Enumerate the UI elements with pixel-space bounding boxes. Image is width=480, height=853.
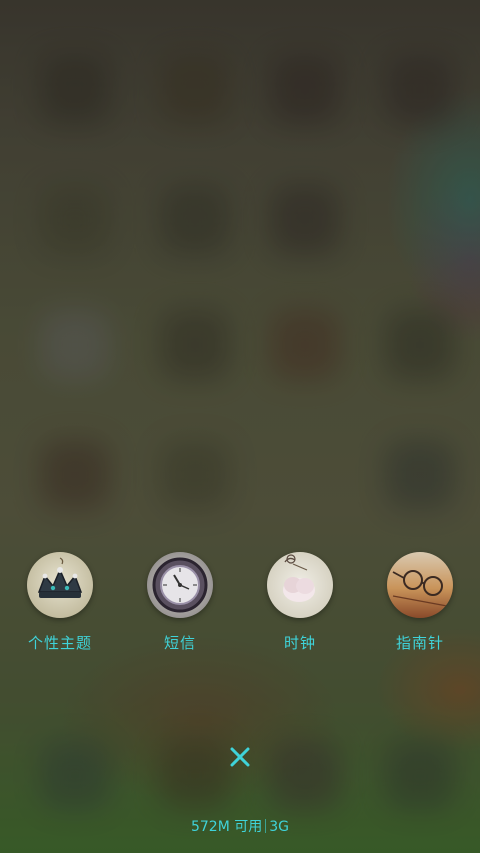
pocket-watch-icon [147,552,213,618]
app-messages[interactable]: 短信 [120,552,240,653]
status-bar: 572M 可用 3G [0,816,480,836]
app-label: 指南针 [395,634,444,652]
app-clock[interactable]: 时钟 [240,552,360,653]
network-type: 3G [269,819,290,835]
app-label: 短信 [163,634,196,652]
app-compass[interactable]: 指南针 [360,552,480,653]
app-theme[interactable]: 个性主题 [0,552,120,653]
app-label: 时钟 [283,634,316,652]
glasses-compass-icon [387,552,453,618]
flower-clock-icon [267,552,333,618]
memory-available: 572M 可用 [190,819,263,835]
crown-icon [27,552,93,618]
dim-overlay [0,0,480,853]
status-divider [265,819,267,833]
close-button[interactable] [225,742,255,772]
app-tray: 个性主题 短信 时钟 指南针 [0,552,480,662]
close-icon [230,747,250,767]
app-label: 个性主题 [27,634,92,652]
